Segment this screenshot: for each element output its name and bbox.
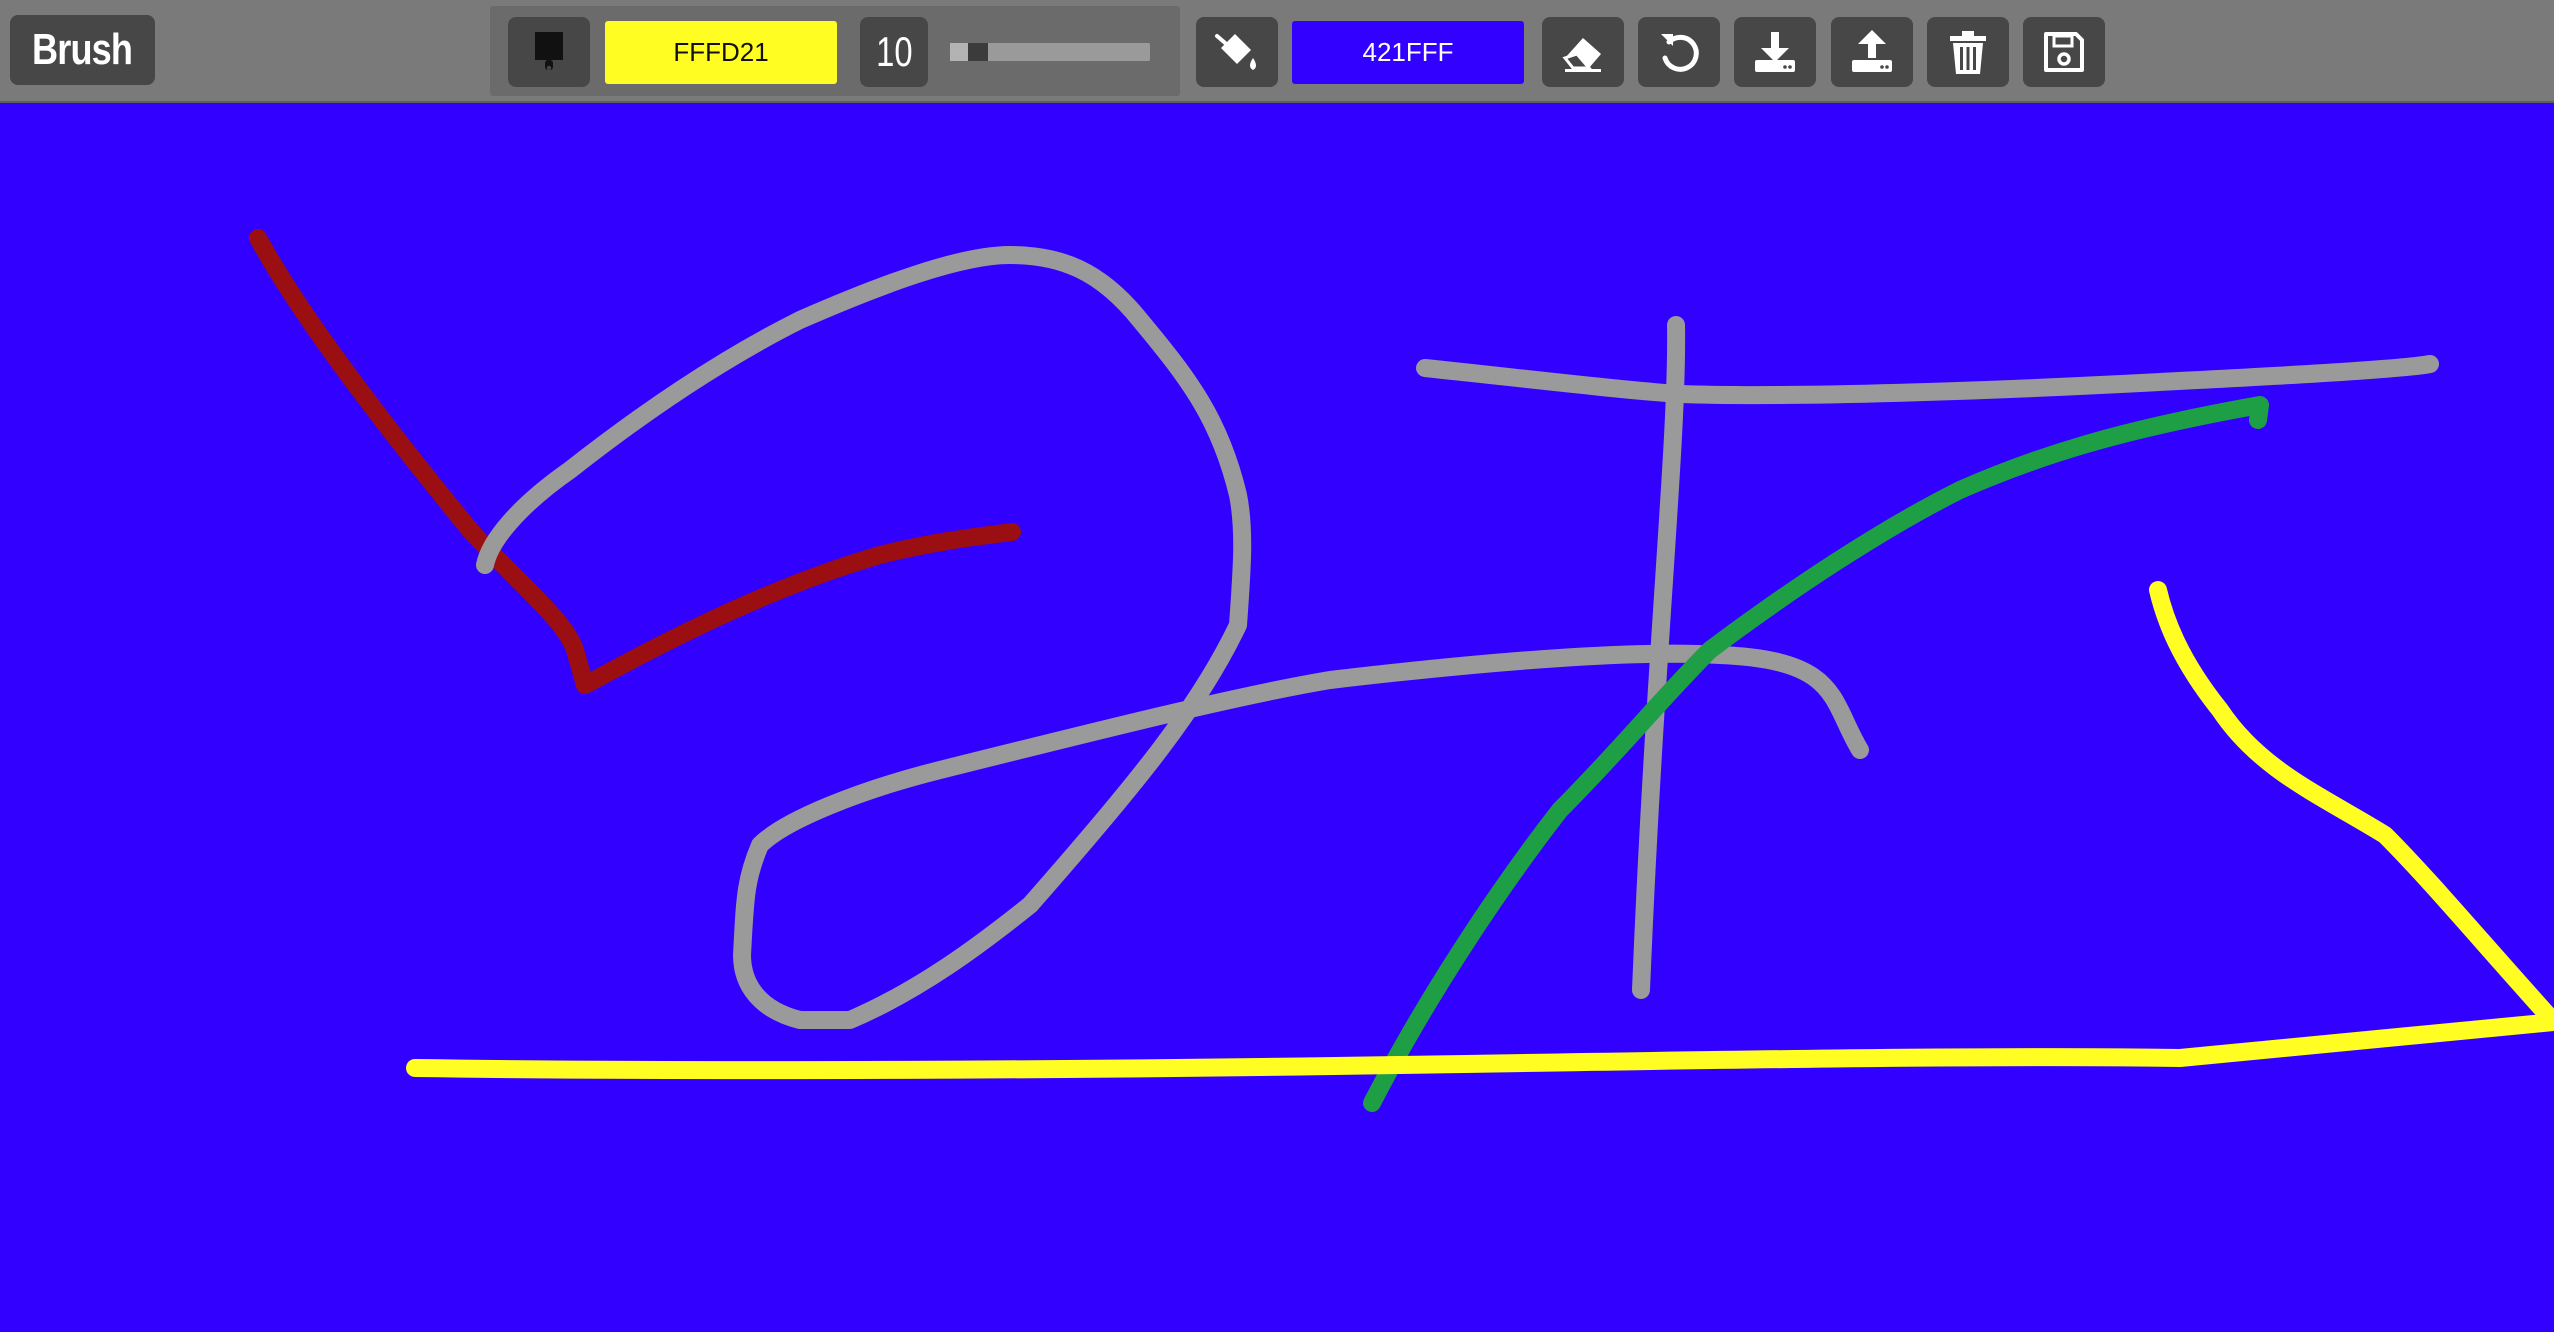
clear-canvas-button[interactable] [1927, 17, 2009, 87]
trash-icon [1950, 31, 1986, 74]
gray-top-stroke [1416, 355, 2439, 405]
green-stroke [1363, 396, 2269, 1112]
red-stroke [249, 229, 1021, 694]
mode-label-text: Brush [32, 25, 133, 74]
paint-brush-icon [535, 32, 563, 71]
save-icon [2044, 32, 2084, 72]
undo-icon [1661, 34, 1699, 72]
drawing-canvas[interactable] [0, 103, 2554, 1332]
brush-size-slider-thumb[interactable] [968, 43, 988, 61]
download-icon [1755, 32, 1795, 72]
fill-color-input[interactable] [1292, 21, 1524, 84]
brush-color-input[interactable] [605, 21, 837, 84]
brush-size-slider[interactable] [950, 43, 1150, 61]
undo-button[interactable] [1638, 17, 1720, 87]
brush-tool-button[interactable] [508, 17, 590, 87]
mode-label: Brush [10, 15, 155, 85]
brush-size-display: 10 [860, 17, 928, 87]
upload-icon [1852, 30, 1892, 72]
brush-size-slider-fill [950, 43, 968, 61]
upload-button[interactable] [1831, 17, 1913, 87]
fill-bucket-icon [1215, 34, 1256, 70]
fill-tool-button[interactable] [1196, 17, 1278, 87]
eraser-button[interactable] [1542, 17, 1624, 87]
toolbar: Brush 10 [0, 0, 2554, 103]
download-button[interactable] [1734, 17, 1816, 87]
brush-size-value: 10 [875, 28, 913, 75]
save-button[interactable] [2023, 17, 2105, 87]
eraser-icon [1562, 38, 1601, 72]
